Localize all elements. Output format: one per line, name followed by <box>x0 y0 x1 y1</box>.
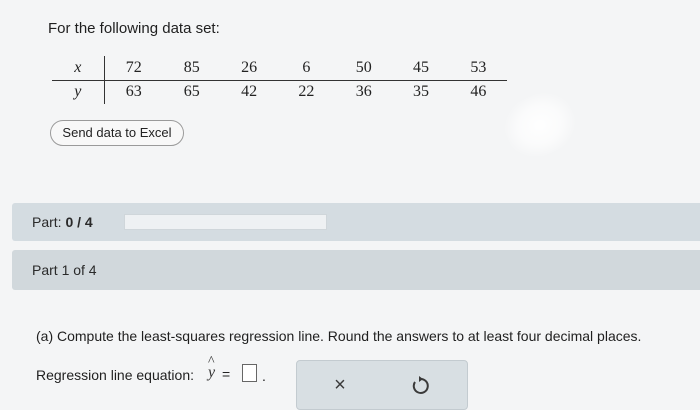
x-value: 6 <box>277 56 336 81</box>
x-value: 72 <box>104 56 164 81</box>
intro-text: For the following data set: <box>48 20 220 37</box>
part-progress-bar: Part: 0 / 4 <box>12 203 700 241</box>
part-header-label: Part 1 of 4 <box>32 262 97 278</box>
x-value: 50 <box>335 56 393 81</box>
hat-icon: ^ <box>208 354 215 369</box>
x-value: 85 <box>163 56 221 81</box>
y-value: 65 <box>183 83 200 101</box>
answer-area: Regression line equation: ^ y = . <box>28 354 298 404</box>
screen-glare <box>495 83 585 167</box>
y-value: 22 <box>298 83 315 101</box>
table-row-x: x 72 85 26 6 50 45 53 <box>52 56 507 81</box>
question-text: (a) Compute the least-squares regression… <box>36 328 642 344</box>
answer-actions: × <box>296 360 468 410</box>
part-progress-value: 0 / 4 <box>65 214 93 230</box>
part-header-bar: Part 1 of 4 <box>12 250 700 290</box>
y-value: 35 <box>413 83 429 101</box>
regression-equation-label: Regression line equation: <box>36 367 194 383</box>
part-label-text: Part: <box>32 214 62 230</box>
progress-track <box>124 214 327 230</box>
x-variable-label: x <box>52 56 105 81</box>
period: . <box>262 368 266 384</box>
equals-sign: = <box>222 366 231 382</box>
undo-icon[interactable] <box>407 373 433 399</box>
y-value: 42 <box>241 83 258 101</box>
part-progress-label: Part: 0 / 4 <box>32 214 93 230</box>
regression-answer-input[interactable] <box>242 364 257 382</box>
y-value: 63 <box>125 83 142 101</box>
data-table: x 72 85 26 6 50 45 53 y 63 65 42 22 36 3… <box>52 56 507 104</box>
y-hat-symbol: ^ y <box>208 354 215 382</box>
y-value: 46 <box>470 83 487 101</box>
x-value: 53 <box>449 56 507 81</box>
clear-icon[interactable]: × <box>325 371 355 399</box>
x-value: 26 <box>220 56 278 81</box>
x-value: 45 <box>392 56 450 81</box>
table-row-y: y 63 65 42 22 36 35 46 <box>52 80 507 104</box>
y-value: 36 <box>355 83 372 101</box>
send-to-excel-button[interactable]: Send data to Excel <box>50 120 184 146</box>
y-variable-label: y <box>52 80 105 104</box>
